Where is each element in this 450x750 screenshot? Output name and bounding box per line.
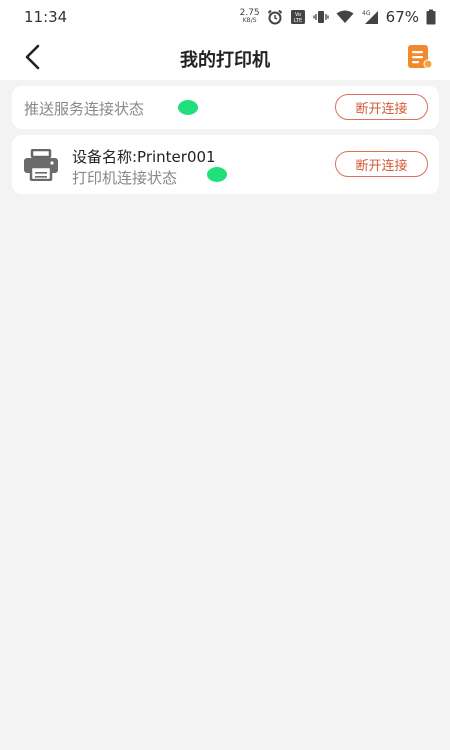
battery-percent: 67% — [385, 8, 419, 26]
svg-text:4G: 4G — [362, 10, 371, 17]
status-time: 11:34 — [24, 8, 68, 26]
document-list-button[interactable] — [406, 44, 434, 70]
battery-icon — [426, 9, 436, 25]
printer-status-indicator — [207, 167, 227, 182]
status-bar: 11:34 2.75 KB/S Vo LTE 4G 67% — [0, 0, 450, 34]
volte-icon: Vo LTE — [290, 9, 306, 25]
top-nav: 我的打印机 — [0, 34, 450, 80]
push-service-label: 推送服务连接状态 — [24, 100, 145, 118]
net-speed-unit: KB/S — [242, 17, 257, 24]
signal-4g-icon: 4G — [361, 9, 379, 25]
svg-text:LTE: LTE — [294, 18, 302, 24]
document-list-icon — [408, 45, 433, 69]
disconnect-printer-button[interactable]: 断开连接 — [335, 151, 428, 177]
push-service-card: 推送服务连接状态 断开连接 — [12, 86, 439, 129]
wifi-icon — [336, 10, 354, 24]
device-name: 设备名称:Printer001 — [72, 148, 216, 166]
page-title: 我的打印机 — [180, 50, 270, 71]
net-speed-value: 2.75 — [239, 8, 260, 18]
net-speed: 2.75 KB/S — [240, 9, 260, 25]
printer-card: 设备名称:Printer001 打印机连接状态 断开连接 — [12, 135, 439, 194]
printer-icon — [24, 149, 58, 181]
printer-status-label: 打印机连接状态 — [72, 169, 178, 187]
push-status-indicator — [178, 100, 198, 115]
vibrate-icon — [313, 9, 329, 25]
alarm-icon — [267, 9, 283, 25]
status-icons: 2.75 KB/S Vo LTE 4G 67% — [240, 8, 436, 26]
disconnect-push-button[interactable]: 断开连接 — [335, 94, 428, 120]
